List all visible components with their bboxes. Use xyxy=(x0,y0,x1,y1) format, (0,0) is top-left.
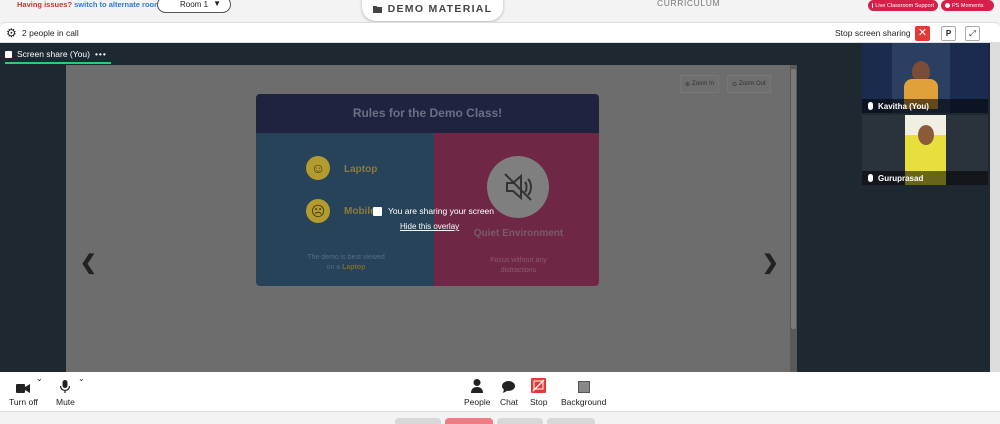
turn-off-video-button[interactable]: Turn off xyxy=(9,377,38,407)
person-icon xyxy=(471,377,484,393)
speaker-muted-icon xyxy=(487,156,549,218)
chevron-down-icon[interactable]: ⌄ xyxy=(78,374,85,383)
zoom-in-label: Zoom In xyxy=(692,81,715,87)
stop-label: Stop xyxy=(530,397,548,407)
laptop-note-bold: Laptop xyxy=(342,264,366,271)
gear-icon[interactable]: ⚙ xyxy=(6,26,17,40)
fullscreen-button[interactable]: ⤢ xyxy=(965,26,980,41)
page-scrollbar[interactable] xyxy=(990,43,1000,372)
video-camera-icon xyxy=(16,377,31,393)
hide-overlay-link[interactable]: Hide this overlay xyxy=(400,222,459,231)
zoom-out-button[interactable]: ⊖ Zoom Out xyxy=(727,75,771,93)
mobile-label: Mobile xyxy=(344,206,376,217)
laptop-note-line1: The demo is best viewed xyxy=(307,254,385,261)
laptop-label: Laptop xyxy=(344,164,378,175)
mic-icon xyxy=(868,174,873,182)
monitor-icon xyxy=(5,50,12,58)
quiet-environment-label: Quiet Environment xyxy=(473,228,564,239)
zoom-in-button[interactable]: ⊕ Zoom In xyxy=(680,75,720,93)
bottom-tab[interactable] xyxy=(395,418,441,424)
screen-share-tab[interactable]: Screen share (You) ••• xyxy=(5,46,111,64)
participant-name: Guruprasad xyxy=(878,173,924,183)
mic-icon xyxy=(868,102,873,110)
caret-down-icon: ▼ xyxy=(213,0,221,8)
zoom-out-icon: ⊖ xyxy=(732,81,738,88)
participant-name: Kavitha (You) xyxy=(878,101,929,111)
people-button[interactable]: People xyxy=(464,377,490,407)
scrollbar-thumb[interactable] xyxy=(791,69,796,329)
top-bar: Having issues? switch to alternate room … xyxy=(0,0,1000,22)
people-count: 2 people in call xyxy=(22,28,79,38)
microphone-icon xyxy=(60,377,71,393)
moments-icon xyxy=(945,3,950,8)
turn-off-label: Turn off xyxy=(9,397,38,407)
close-icon: ✕ xyxy=(917,27,928,39)
presenter-button[interactable]: P xyxy=(941,26,956,41)
sharing-overlay-text: You are sharing your screen xyxy=(388,206,495,216)
screen-share-tab-label: Screen share (You) xyxy=(17,49,90,59)
people-label: People xyxy=(464,397,491,407)
mute-label: Mute xyxy=(56,397,75,407)
room-select-value: Room 1 xyxy=(180,0,209,9)
more-options-icon[interactable]: ••• xyxy=(95,49,107,59)
smile-emoji-icon: ☺ xyxy=(306,156,330,180)
zoom-out-label: Zoom Out xyxy=(739,81,766,87)
stop-sharing-button[interactable]: ✕ xyxy=(915,26,930,41)
demo-material-tab[interactable]: DEMO MATERIAL xyxy=(362,0,503,21)
participant-label: Guruprasad xyxy=(862,171,988,185)
focus-note: Focus without any distractions xyxy=(490,257,547,274)
shared-screen-scrollbar[interactable] xyxy=(790,65,797,372)
issues-text: Having issues? xyxy=(17,0,73,9)
live-support-button[interactable]: Live Classroom Support xyxy=(868,0,938,11)
live-icon xyxy=(872,3,874,8)
bottom-tab-active[interactable] xyxy=(445,418,493,424)
call-header: ⚙ 2 people in call Stop screen sharing ✕… xyxy=(0,22,1000,43)
bottom-strip xyxy=(0,412,1000,424)
slide-title: Rules for the Demo Class! xyxy=(256,94,599,133)
laptop-note: The demo is best viewed on a Laptop xyxy=(296,253,396,273)
folder-icon xyxy=(372,5,382,13)
expand-icon: ⤢ xyxy=(969,29,976,38)
frown-emoji-icon: ☹ xyxy=(306,199,330,223)
stop-share-button[interactable]: Stop xyxy=(530,377,548,407)
chat-button[interactable]: Chat xyxy=(500,377,518,407)
background-label: Background xyxy=(561,397,607,407)
prev-slide-icon[interactable]: ❮ xyxy=(80,250,97,275)
laptop-note-line2: on a xyxy=(326,264,341,271)
video-tile-kavitha[interactable]: Kavitha (You) xyxy=(862,43,988,113)
bottom-tab[interactable] xyxy=(547,418,595,424)
background-button[interactable]: Background xyxy=(561,377,606,407)
stop-sharing-label: Stop screen sharing xyxy=(835,28,911,38)
bottom-tab[interactable] xyxy=(497,418,543,424)
background-icon xyxy=(577,377,590,393)
mute-button[interactable]: Mute xyxy=(56,377,75,407)
call-toolbar: Turn off ⌄ Mute ⌄ People Chat Stop Backg… xyxy=(0,372,1000,412)
video-tile-guruprasad[interactable]: Guruprasad xyxy=(862,115,988,185)
zoom-in-icon: ⊕ xyxy=(685,81,691,88)
curriculum-tab[interactable]: CURRICULUM xyxy=(657,0,720,8)
room-select[interactable]: Room 1 ▼ xyxy=(157,0,231,13)
demo-slide: Rules for the Demo Class! ☺ ☹ Laptop Mob… xyxy=(256,94,599,286)
chat-bubble-icon xyxy=(502,377,516,393)
monitor-icon xyxy=(373,206,382,216)
alternate-room-link[interactable]: switch to alternate room xyxy=(74,0,161,9)
moments-button[interactable]: PS Moments xyxy=(941,0,994,11)
issues-notice: Having issues? switch to alternate room xyxy=(17,0,161,9)
next-slide-icon[interactable]: ❯ xyxy=(762,250,779,275)
demo-material-label: DEMO MATERIAL xyxy=(387,2,493,15)
moments-label: PS Moments xyxy=(952,2,984,9)
chat-label: Chat xyxy=(500,397,518,407)
chevron-down-icon[interactable]: ⌄ xyxy=(36,374,43,383)
sharing-overlay: You are sharing your screen xyxy=(373,206,494,216)
stop-share-icon xyxy=(531,377,547,393)
participant-label: Kavitha (You) xyxy=(862,99,988,113)
live-support-label: Live Classroom Support xyxy=(875,2,934,9)
